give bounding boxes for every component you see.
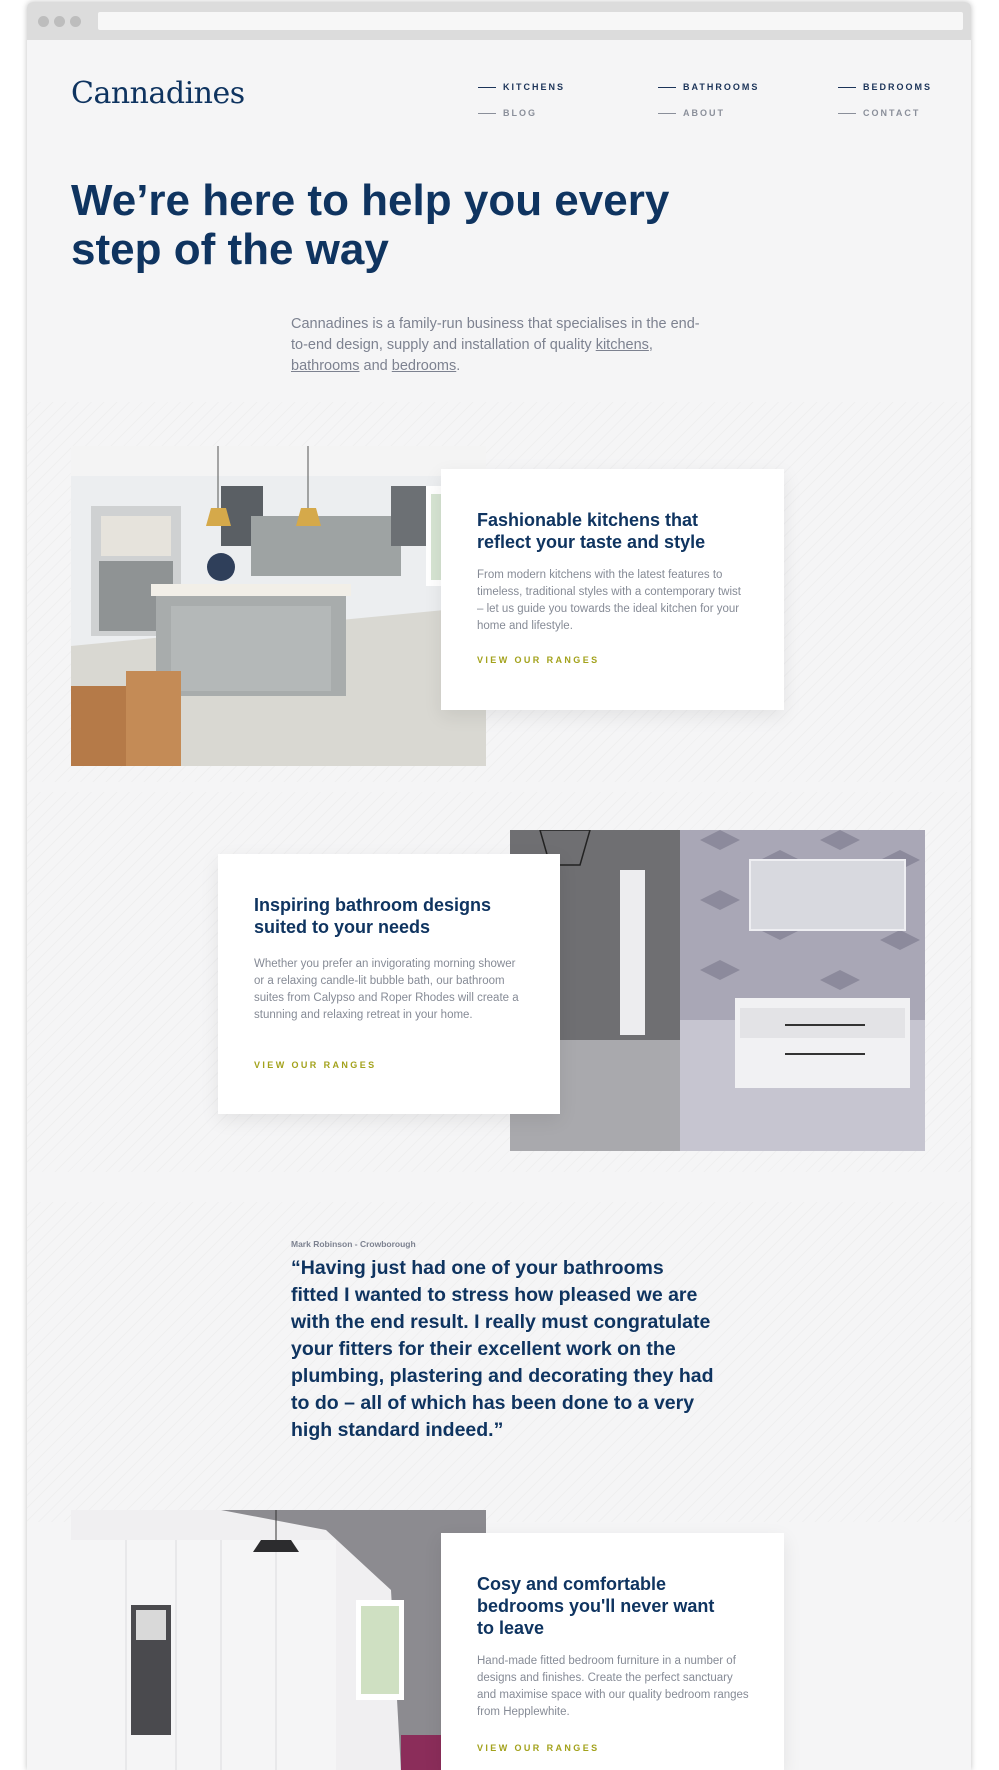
nav-contact[interactable]: CONTACT — [838, 108, 920, 118]
kitchens-view-ranges-link[interactable]: VIEW OUR RANGES — [477, 655, 600, 665]
bedrooms-card: Cosy and comfortable bedrooms you'll nev… — [441, 1533, 784, 1770]
address-bar[interactable] — [98, 12, 963, 30]
window-minimize-dot[interactable] — [54, 16, 65, 27]
kitchen-photo — [71, 446, 486, 766]
page-title: We’re here to help you every step of the… — [71, 176, 670, 274]
link-bathrooms[interactable]: bathrooms — [291, 358, 360, 374]
bathrooms-view-ranges-link[interactable]: VIEW OUR RANGES — [254, 1060, 377, 1070]
nav-dash — [478, 112, 496, 114]
nav-kitchens[interactable]: KITCHENS — [478, 82, 565, 92]
testimonial-quote: “Having just had one of your bathrooms f… — [291, 1257, 714, 1441]
link-bedrooms[interactable]: bedrooms — [392, 358, 456, 374]
intro-and: and — [359, 358, 392, 374]
bedrooms-card-title: Cosy and comfortable bedrooms you'll nev… — [477, 1574, 715, 1638]
kitchens-card: Fashionable kitchens that reflect your t… — [441, 469, 784, 710]
bedroom-illustration — [71, 1510, 486, 1770]
nav-label: BLOG — [503, 108, 537, 118]
bedrooms-card-text: Hand-made fitted bedroom furniture in a … — [477, 1655, 749, 1718]
nav-dash — [478, 86, 496, 88]
nav-label: CONTACT — [863, 108, 921, 118]
bathrooms-card: Inspiring bathroom designs suited to you… — [218, 854, 560, 1114]
window-maximize-dot[interactable] — [70, 16, 81, 27]
nav-label: BEDROOMS — [863, 82, 933, 92]
site-logo[interactable]: Cannadines — [71, 76, 245, 111]
nav-label: KITCHENS — [503, 82, 566, 92]
bathroom-photo — [510, 830, 925, 1151]
browser-toolbar — [27, 2, 971, 40]
link-kitchens[interactable]: kitchens — [596, 337, 649, 353]
nav-dash — [838, 86, 856, 88]
browser-window: Cannadines KITCHENS BATHROOMS BEDROOMS B… — [27, 2, 971, 1770]
bedrooms-view-ranges-link[interactable]: VIEW OUR RANGES — [477, 1743, 600, 1753]
nav-dash — [658, 86, 676, 88]
nav-dash — [658, 112, 676, 114]
bathroom-illustration — [510, 830, 925, 1151]
bathrooms-card-text: Whether you prefer an invigorating morni… — [254, 958, 519, 1021]
nav-blog[interactable]: BLOG — [478, 108, 537, 118]
kitchens-card-text: From modern kitchens with the latest fea… — [477, 569, 741, 632]
bedroom-photo — [71, 1510, 486, 1770]
nav-label: ABOUT — [683, 108, 725, 118]
window-close-dot[interactable] — [38, 16, 49, 27]
nav-bedrooms[interactable]: BEDROOMS — [838, 82, 932, 92]
kitchen-illustration — [71, 446, 486, 766]
intro-comma: , — [648, 337, 653, 353]
kitchens-card-title: Fashionable kitchens that reflect your t… — [477, 510, 706, 552]
bathrooms-card-title: Inspiring bathroom designs suited to you… — [254, 895, 492, 937]
nav-bathrooms[interactable]: BATHROOMS — [658, 82, 759, 92]
nav-dash — [838, 112, 856, 114]
intro-period: . — [456, 358, 461, 374]
nav-label: BATHROOMS — [683, 82, 760, 92]
nav-about[interactable]: ABOUT — [658, 108, 725, 118]
testimonial-author: Mark Robinson - Crowborough — [291, 1239, 416, 1249]
intro-paragraph: Cannadines is a family-run business that… — [291, 314, 711, 377]
